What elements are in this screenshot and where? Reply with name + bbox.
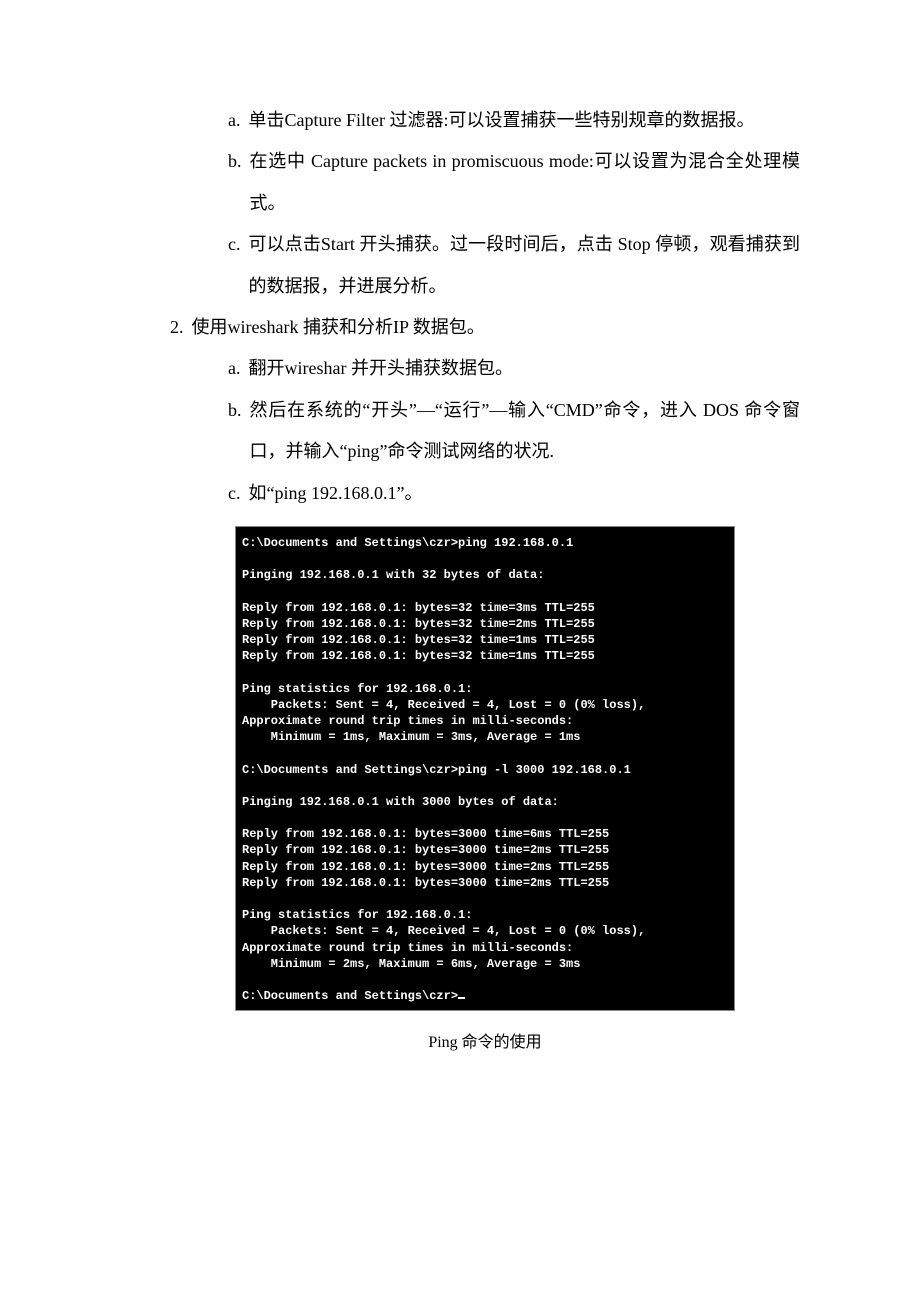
- item-marker: a.: [228, 348, 249, 389]
- item-text: 在选中 Capture packets in promiscuous mode:…: [250, 141, 801, 224]
- sub-list-1: a. 单击Capture Filter 过滤器:可以设置捕获一些特别规章的数据报…: [170, 100, 800, 307]
- sub-list-2: a. 翻开wireshar 并开头捕获数据包。 b. 然后在系统的“开头”—“运…: [170, 348, 800, 514]
- list-item: c. 如“ping 192.168.0.1”。: [228, 473, 800, 514]
- item-marker: a.: [228, 100, 249, 141]
- item-text: 单击Capture Filter 过滤器:可以设置捕获一些特别规章的数据报。: [249, 100, 801, 141]
- item-text: 然后在系统的“开头”—“运行”—输入“CMD”命令，进入 DOS 命令窗口，并输…: [250, 390, 801, 473]
- item-marker: c.: [228, 473, 249, 514]
- item-text: 使用wireshark 捕获和分析IP 数据包。: [192, 307, 801, 348]
- terminal-container: C:\Documents and Settings\czr>ping 192.1…: [170, 526, 800, 1011]
- document-page: a. 单击Capture Filter 过滤器:可以设置捕获一些特别规章的数据报…: [0, 0, 920, 1122]
- list-item: a. 单击Capture Filter 过滤器:可以设置捕获一些特别规章的数据报…: [228, 100, 800, 141]
- item-text: 如“ping 192.168.0.1”。: [249, 473, 801, 514]
- figure-caption: Ping 命令的使用: [170, 1025, 800, 1062]
- item-marker: b.: [228, 390, 250, 431]
- terminal-output: C:\Documents and Settings\czr>ping 192.1…: [235, 526, 735, 1011]
- item-text: 翻开wireshar 并开头捕获数据包。: [249, 348, 801, 389]
- item-marker: c.: [228, 224, 249, 265]
- cursor-icon: [458, 997, 465, 999]
- numbered-list: 2. 使用wireshark 捕获和分析IP 数据包。: [170, 307, 800, 348]
- item-marker: 2.: [170, 307, 192, 348]
- list-item: c. 可以点击Start 开头捕获。过一段时间后，点击 Stop 停顿，观看捕获…: [228, 224, 800, 307]
- list-item: a. 翻开wireshar 并开头捕获数据包。: [228, 348, 800, 389]
- item-marker: b.: [228, 141, 250, 182]
- list-item: b. 然后在系统的“开头”—“运行”—输入“CMD”命令，进入 DOS 命令窗口…: [228, 390, 800, 473]
- list-item: 2. 使用wireshark 捕获和分析IP 数据包。: [170, 307, 800, 348]
- item-text: 可以点击Start 开头捕获。过一段时间后，点击 Stop 停顿，观看捕获到的数…: [249, 224, 801, 307]
- list-item: b. 在选中 Capture packets in promiscuous mo…: [228, 141, 800, 224]
